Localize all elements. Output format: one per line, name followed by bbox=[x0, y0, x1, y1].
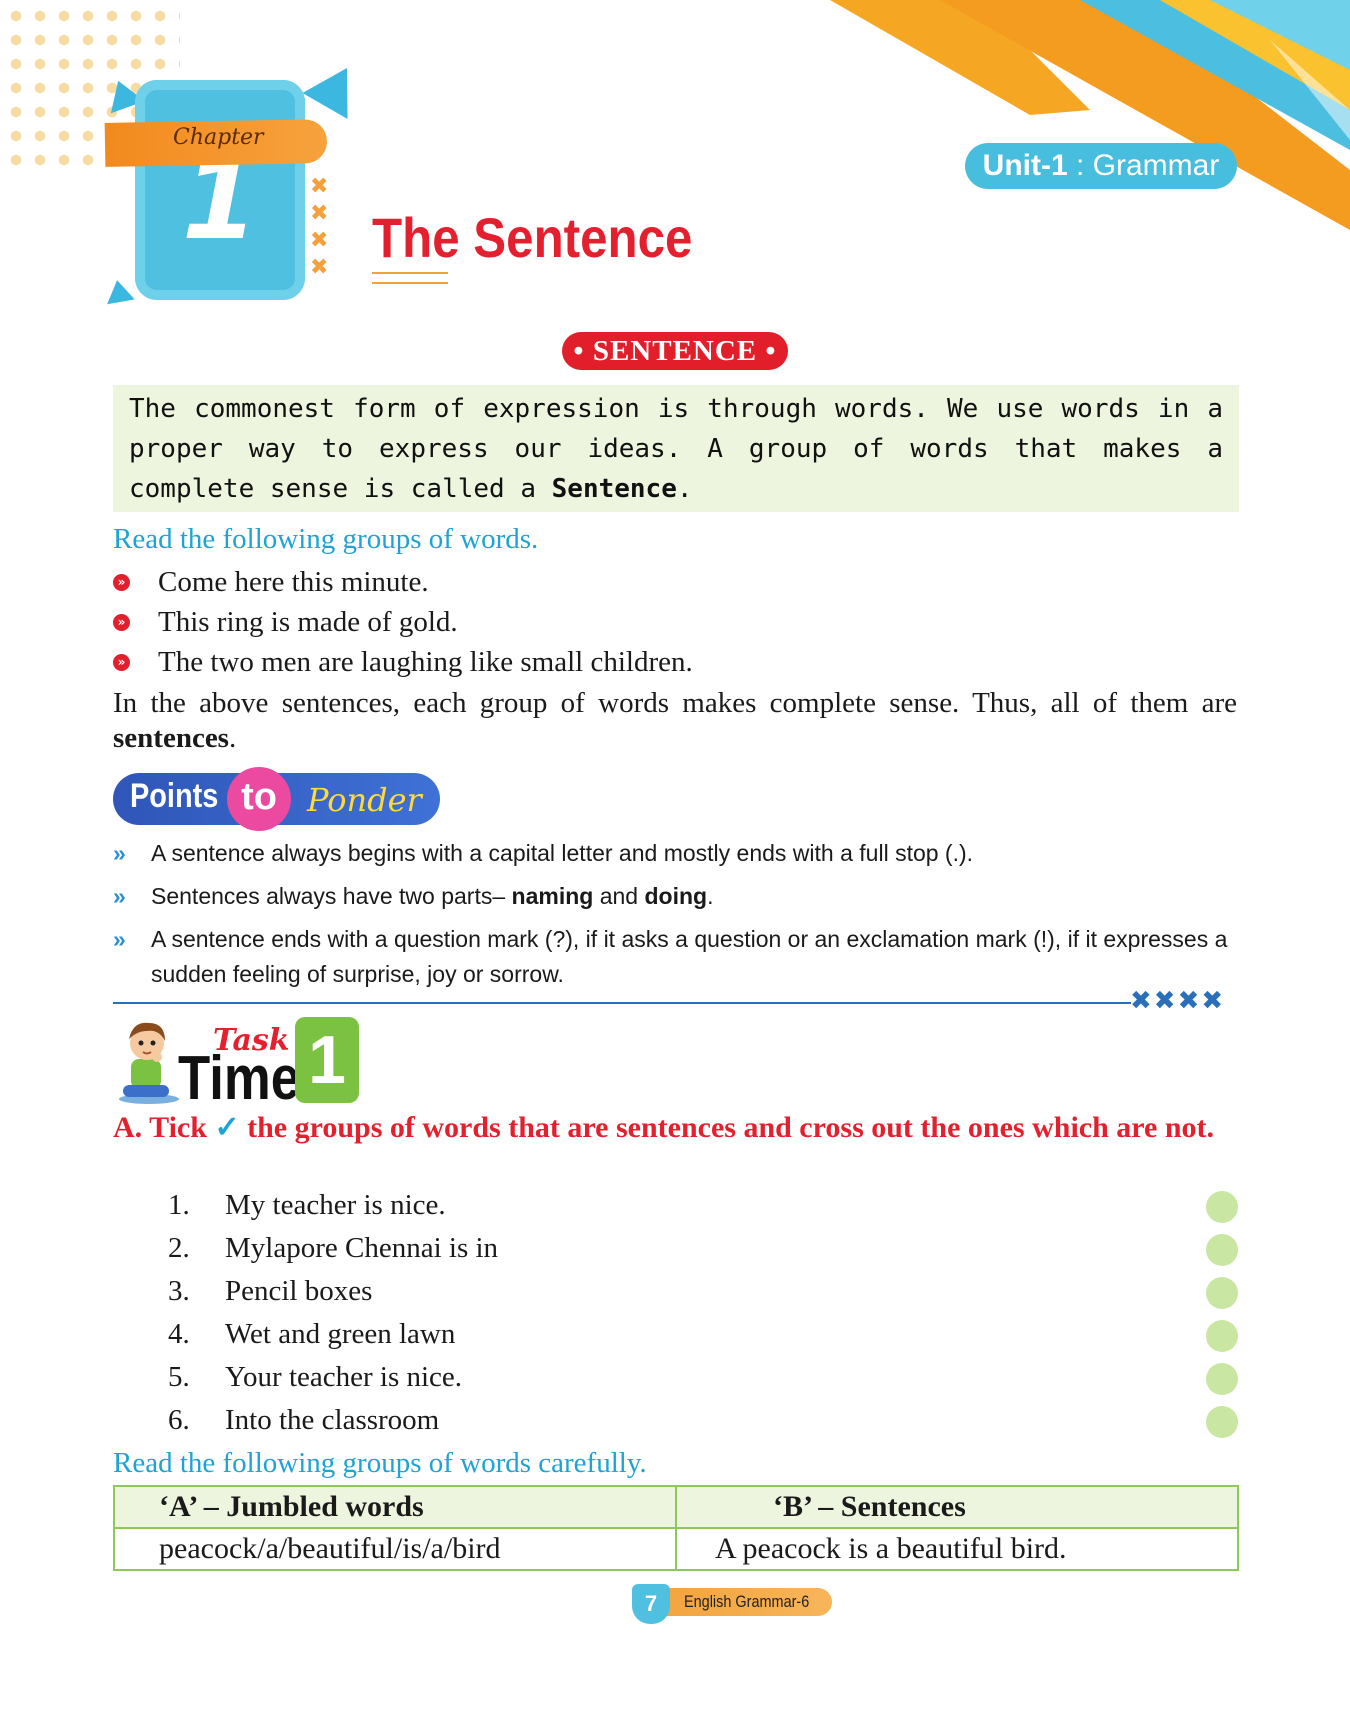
ponder-text: A sentence ends with a question mark (?)… bbox=[151, 926, 1228, 987]
chapter-label: Chapter bbox=[173, 125, 264, 150]
banner-word-ponder: Ponder bbox=[307, 781, 422, 819]
banner-word-points: Points bbox=[130, 777, 219, 815]
ponder-keyword: naming bbox=[511, 883, 594, 909]
example-text: Come here this minute. bbox=[158, 566, 429, 598]
table-header-row: ‘A’ – Jumbled words ‘B’ – Sentences bbox=[113, 1485, 1239, 1529]
ponder-keyword: doing bbox=[644, 883, 708, 909]
corner-stripes-decoration bbox=[830, 0, 1350, 230]
page-number: 7 bbox=[632, 1584, 670, 1624]
instruction-prefix: A. Tick bbox=[113, 1111, 215, 1144]
paragraph-keyword: sentences bbox=[113, 722, 229, 754]
unit-name: : Grammar bbox=[1067, 149, 1220, 182]
item-number: 5. bbox=[168, 1361, 190, 1393]
item-number: 3. bbox=[168, 1275, 190, 1307]
ponder-text: Sentences always have two parts– bbox=[151, 883, 512, 909]
answer-circle[interactable] bbox=[1206, 1191, 1238, 1223]
answer-circle[interactable] bbox=[1206, 1234, 1238, 1266]
item-text: Your teacher is nice. bbox=[225, 1361, 463, 1393]
exercise-list: 1. My teacher is nice. 2. Mylapore Chennai… bbox=[168, 1184, 1238, 1442]
instruction-text: the groups of words that are sentences a… bbox=[239, 1111, 1215, 1144]
exercise-item: 4. Wet and green lawn bbox=[168, 1313, 1238, 1356]
section-divider bbox=[113, 1002, 1131, 1004]
ponder-text: . bbox=[707, 883, 714, 909]
paragraph-end: . bbox=[228, 722, 237, 754]
page-footer: 7 English Grammar-6 bbox=[632, 1584, 832, 1624]
ponder-text: A sentence always begins with a capital … bbox=[151, 840, 974, 866]
column-header-a: ‘A’ – Jumbled words bbox=[113, 1485, 677, 1529]
list-item: » The two men are laughing like small chi… bbox=[113, 642, 1243, 682]
item-number: 2. bbox=[168, 1232, 190, 1264]
cross-marks-decoration: ✖✖✖✖ bbox=[310, 174, 329, 280]
chevron-bullet-icon: » bbox=[113, 614, 130, 631]
example-text: The two men are laughing like small chil… bbox=[158, 646, 693, 678]
task-time-badge: Task Time 1 bbox=[113, 1015, 363, 1113]
item-number: 4. bbox=[168, 1318, 190, 1350]
exercise-instruction: A. Tick ✓ the groups of words that are s… bbox=[113, 1110, 1239, 1145]
exercise-item: 3. Pencil boxes bbox=[168, 1270, 1238, 1313]
table-cell-jumbled: peacock/a/beautiful/is/a/bird bbox=[113, 1527, 677, 1571]
item-text: Wet and green lawn bbox=[225, 1318, 456, 1350]
jumbled-heading: Read the following groups of words caref… bbox=[113, 1447, 647, 1479]
chapter-title: The Sentence bbox=[372, 206, 693, 269]
column-header-b: ‘B’ – Sentences bbox=[675, 1485, 1239, 1529]
exercise-item: 2. Mylapore Chennai is in bbox=[168, 1227, 1238, 1270]
jumbled-words-table: ‘A’ – Jumbled words ‘B’ – Sentences peac… bbox=[113, 1485, 1239, 1571]
thinking-boy-illustration bbox=[119, 1022, 179, 1104]
double-chevron-icon: » bbox=[113, 883, 126, 909]
double-chevron-icon: » bbox=[113, 840, 126, 866]
read-heading: Read the following groups of words. bbox=[113, 523, 539, 555]
list-item: » Come here this minute. bbox=[113, 562, 1243, 602]
definition-text-end: . bbox=[676, 474, 693, 504]
chevron-bullet-icon: » bbox=[113, 574, 130, 591]
exercise-item: 6. Into the classroom bbox=[168, 1399, 1238, 1442]
answer-circle[interactable] bbox=[1206, 1320, 1238, 1352]
chapter-badge: 1 Chapter ✖ ✖ ✖ ✖ bbox=[101, 54, 370, 315]
paragraph-text: In the above sentences, each group of wo… bbox=[113, 687, 1237, 719]
definition-keyword: Sentence bbox=[551, 474, 677, 504]
explanation-paragraph: In the above sentences, each group of wo… bbox=[113, 686, 1237, 756]
example-list: » Come here this minute. » This ring is ma… bbox=[113, 562, 1243, 682]
answer-circle[interactable] bbox=[1206, 1363, 1238, 1395]
title-underline bbox=[372, 272, 448, 284]
section-badge: • SENTENCE • bbox=[562, 332, 788, 370]
cross-marks-decoration: ✖✖✖✖ bbox=[1130, 986, 1226, 1016]
table-cell-sentence: A peacock is a beautiful bird. bbox=[675, 1527, 1239, 1571]
ponder-text: and bbox=[593, 883, 645, 909]
answer-circle[interactable] bbox=[1206, 1277, 1238, 1309]
answer-circle[interactable] bbox=[1206, 1406, 1238, 1438]
item-text: Pencil boxes bbox=[225, 1275, 373, 1307]
task-number: 1 bbox=[295, 1017, 359, 1103]
ponder-list: » A sentence always begins with a capital… bbox=[113, 836, 1241, 1000]
item-text: Into the classroom bbox=[225, 1404, 440, 1436]
book-title: English Grammar-6 bbox=[684, 1592, 810, 1611]
exercise-item: 1. My teacher is nice. bbox=[168, 1184, 1238, 1227]
list-item: » A sentence ends with a question mark (?… bbox=[113, 922, 1241, 992]
exercise-item: 5. Your teacher is nice. bbox=[168, 1356, 1238, 1399]
item-text: Mylapore Chennai is in bbox=[225, 1232, 499, 1264]
item-number: 1. bbox=[168, 1189, 190, 1221]
double-chevron-icon: » bbox=[113, 926, 126, 952]
chevron-bullet-icon: » bbox=[113, 654, 130, 671]
points-to-ponder-banner: Points to Ponder bbox=[113, 767, 440, 831]
example-text: This ring is made of gold. bbox=[158, 606, 458, 638]
list-item: » This ring is made of gold. bbox=[113, 602, 1243, 642]
list-item: » A sentence always begins with a capital… bbox=[113, 836, 1241, 871]
table-row: peacock/a/beautiful/is/a/bird A peacock … bbox=[113, 1527, 1239, 1571]
banner-word-to: to bbox=[227, 767, 291, 831]
item-text: My teacher is nice. bbox=[225, 1189, 446, 1221]
time-word: Time bbox=[178, 1044, 301, 1113]
triangle-decoration bbox=[103, 277, 135, 305]
definition-box: The commonest form of expression is thro… bbox=[113, 385, 1239, 512]
definition-text: The commonest form of expression is thro… bbox=[129, 389, 1223, 509]
item-number: 6. bbox=[168, 1404, 190, 1436]
unit-badge: Unit-1 : Grammar bbox=[965, 143, 1237, 189]
triangle-decoration bbox=[302, 54, 370, 120]
list-item: » Sentences always have two parts– naming… bbox=[113, 879, 1241, 914]
unit-number: Unit-1 bbox=[982, 149, 1068, 182]
tick-icon: ✓ bbox=[214, 1111, 240, 1144]
